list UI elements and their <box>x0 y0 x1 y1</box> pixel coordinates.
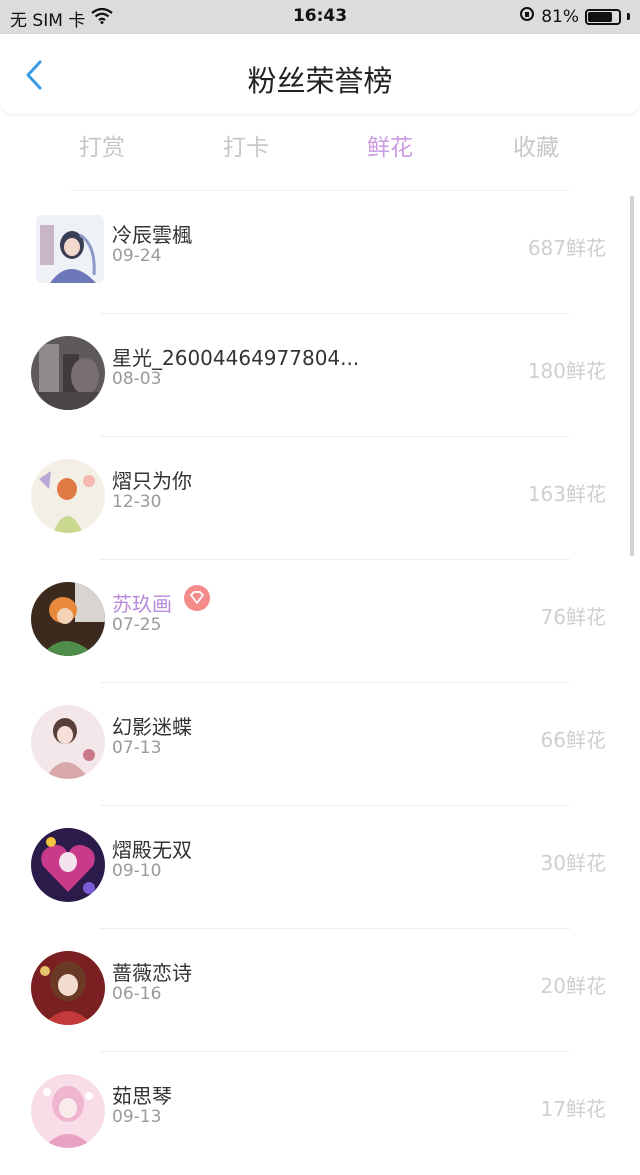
list-item[interactable]: 星光_26004464977804... 08-03 180鲜花 <box>0 314 640 437</box>
page-title: 粉丝荣誉榜 <box>247 64 393 98</box>
tab-reward[interactable]: 打赏 <box>52 128 152 162</box>
flower-count: 687鲜花 <box>527 236 606 260</box>
avatar <box>31 705 105 779</box>
flower-count: 163鲜花 <box>527 482 606 506</box>
battery-percent: 81% <box>541 6 579 27</box>
avatar <box>31 336 105 410</box>
fan-date: 09-10 <box>112 861 162 881</box>
flower-count: 20鲜花 <box>540 974 606 998</box>
fan-date: 07-13 <box>112 738 162 758</box>
avatar <box>31 828 105 902</box>
tab-bar: 打赏 打卡 鲜花 收藏 <box>0 120 640 170</box>
list-item[interactable]: 苏玖画 07-25 76鲜花 <box>0 560 640 683</box>
fan-date: 09-24 <box>112 246 162 266</box>
fan-date: 06-16 <box>112 984 162 1004</box>
list-item[interactable]: 冷辰雲楓 09-24 687鲜花 <box>0 191 640 314</box>
fan-name: 熠只为你 <box>112 469 192 493</box>
avatar <box>31 459 105 533</box>
avatar <box>31 582 105 656</box>
avatar <box>36 215 104 283</box>
avatar <box>31 1074 105 1148</box>
fan-name: 星光_26004464977804... <box>112 346 360 370</box>
battery-icon <box>585 8 621 25</box>
scrollbar[interactable] <box>630 196 634 556</box>
flower-count: 17鲜花 <box>540 1097 606 1121</box>
fan-date: 07-25 <box>112 615 162 635</box>
list-item[interactable]: 蔷薇恋诗 06-16 20鲜花 <box>0 929 640 1052</box>
fan-date: 08-03 <box>112 369 162 389</box>
rotation-lock-icon <box>519 6 535 27</box>
list-item[interactable]: 熠殿无双 09-10 30鲜花 <box>0 806 640 929</box>
flower-count: 30鲜花 <box>540 851 606 875</box>
fan-date: 12-30 <box>112 492 162 512</box>
list-item[interactable]: 茹思琴 09-13 17鲜花 <box>0 1052 640 1175</box>
fan-name: 冷辰雲楓 <box>112 223 192 247</box>
list-item[interactable]: 熠只为你 12-30 163鲜花 <box>0 437 640 560</box>
avatar <box>31 951 105 1025</box>
nav-header: 粉丝荣誉榜 <box>0 34 640 114</box>
fan-name: 苏玖画 <box>112 592 172 616</box>
status-right: 81% <box>519 6 630 27</box>
list-item[interactable]: 幻影迷蝶 07-13 66鲜花 <box>0 683 640 806</box>
fan-name: 熠殿无双 <box>112 838 192 862</box>
fan-date: 09-13 <box>112 1107 162 1127</box>
flower-count: 180鲜花 <box>527 359 606 383</box>
battery-tip <box>627 13 630 20</box>
fan-list: 冷辰雲楓 09-24 687鲜花 星光_26004464977804... 08… <box>0 191 640 1175</box>
flower-count: 76鲜花 <box>540 605 606 629</box>
tab-checkin[interactable]: 打卡 <box>196 128 296 162</box>
diamond-badge-icon <box>184 585 210 611</box>
battery-fill <box>588 11 612 22</box>
tab-flowers[interactable]: 鲜花 <box>340 128 440 162</box>
status-bar: 无 SIM 卡 16:43 81% <box>0 0 640 34</box>
fan-name: 蔷薇恋诗 <box>112 961 192 985</box>
flower-count: 66鲜花 <box>540 728 606 752</box>
tab-favorites[interactable]: 收藏 <box>486 128 586 162</box>
fan-name: 幻影迷蝶 <box>112 715 192 739</box>
fan-name: 茹思琴 <box>112 1084 172 1108</box>
